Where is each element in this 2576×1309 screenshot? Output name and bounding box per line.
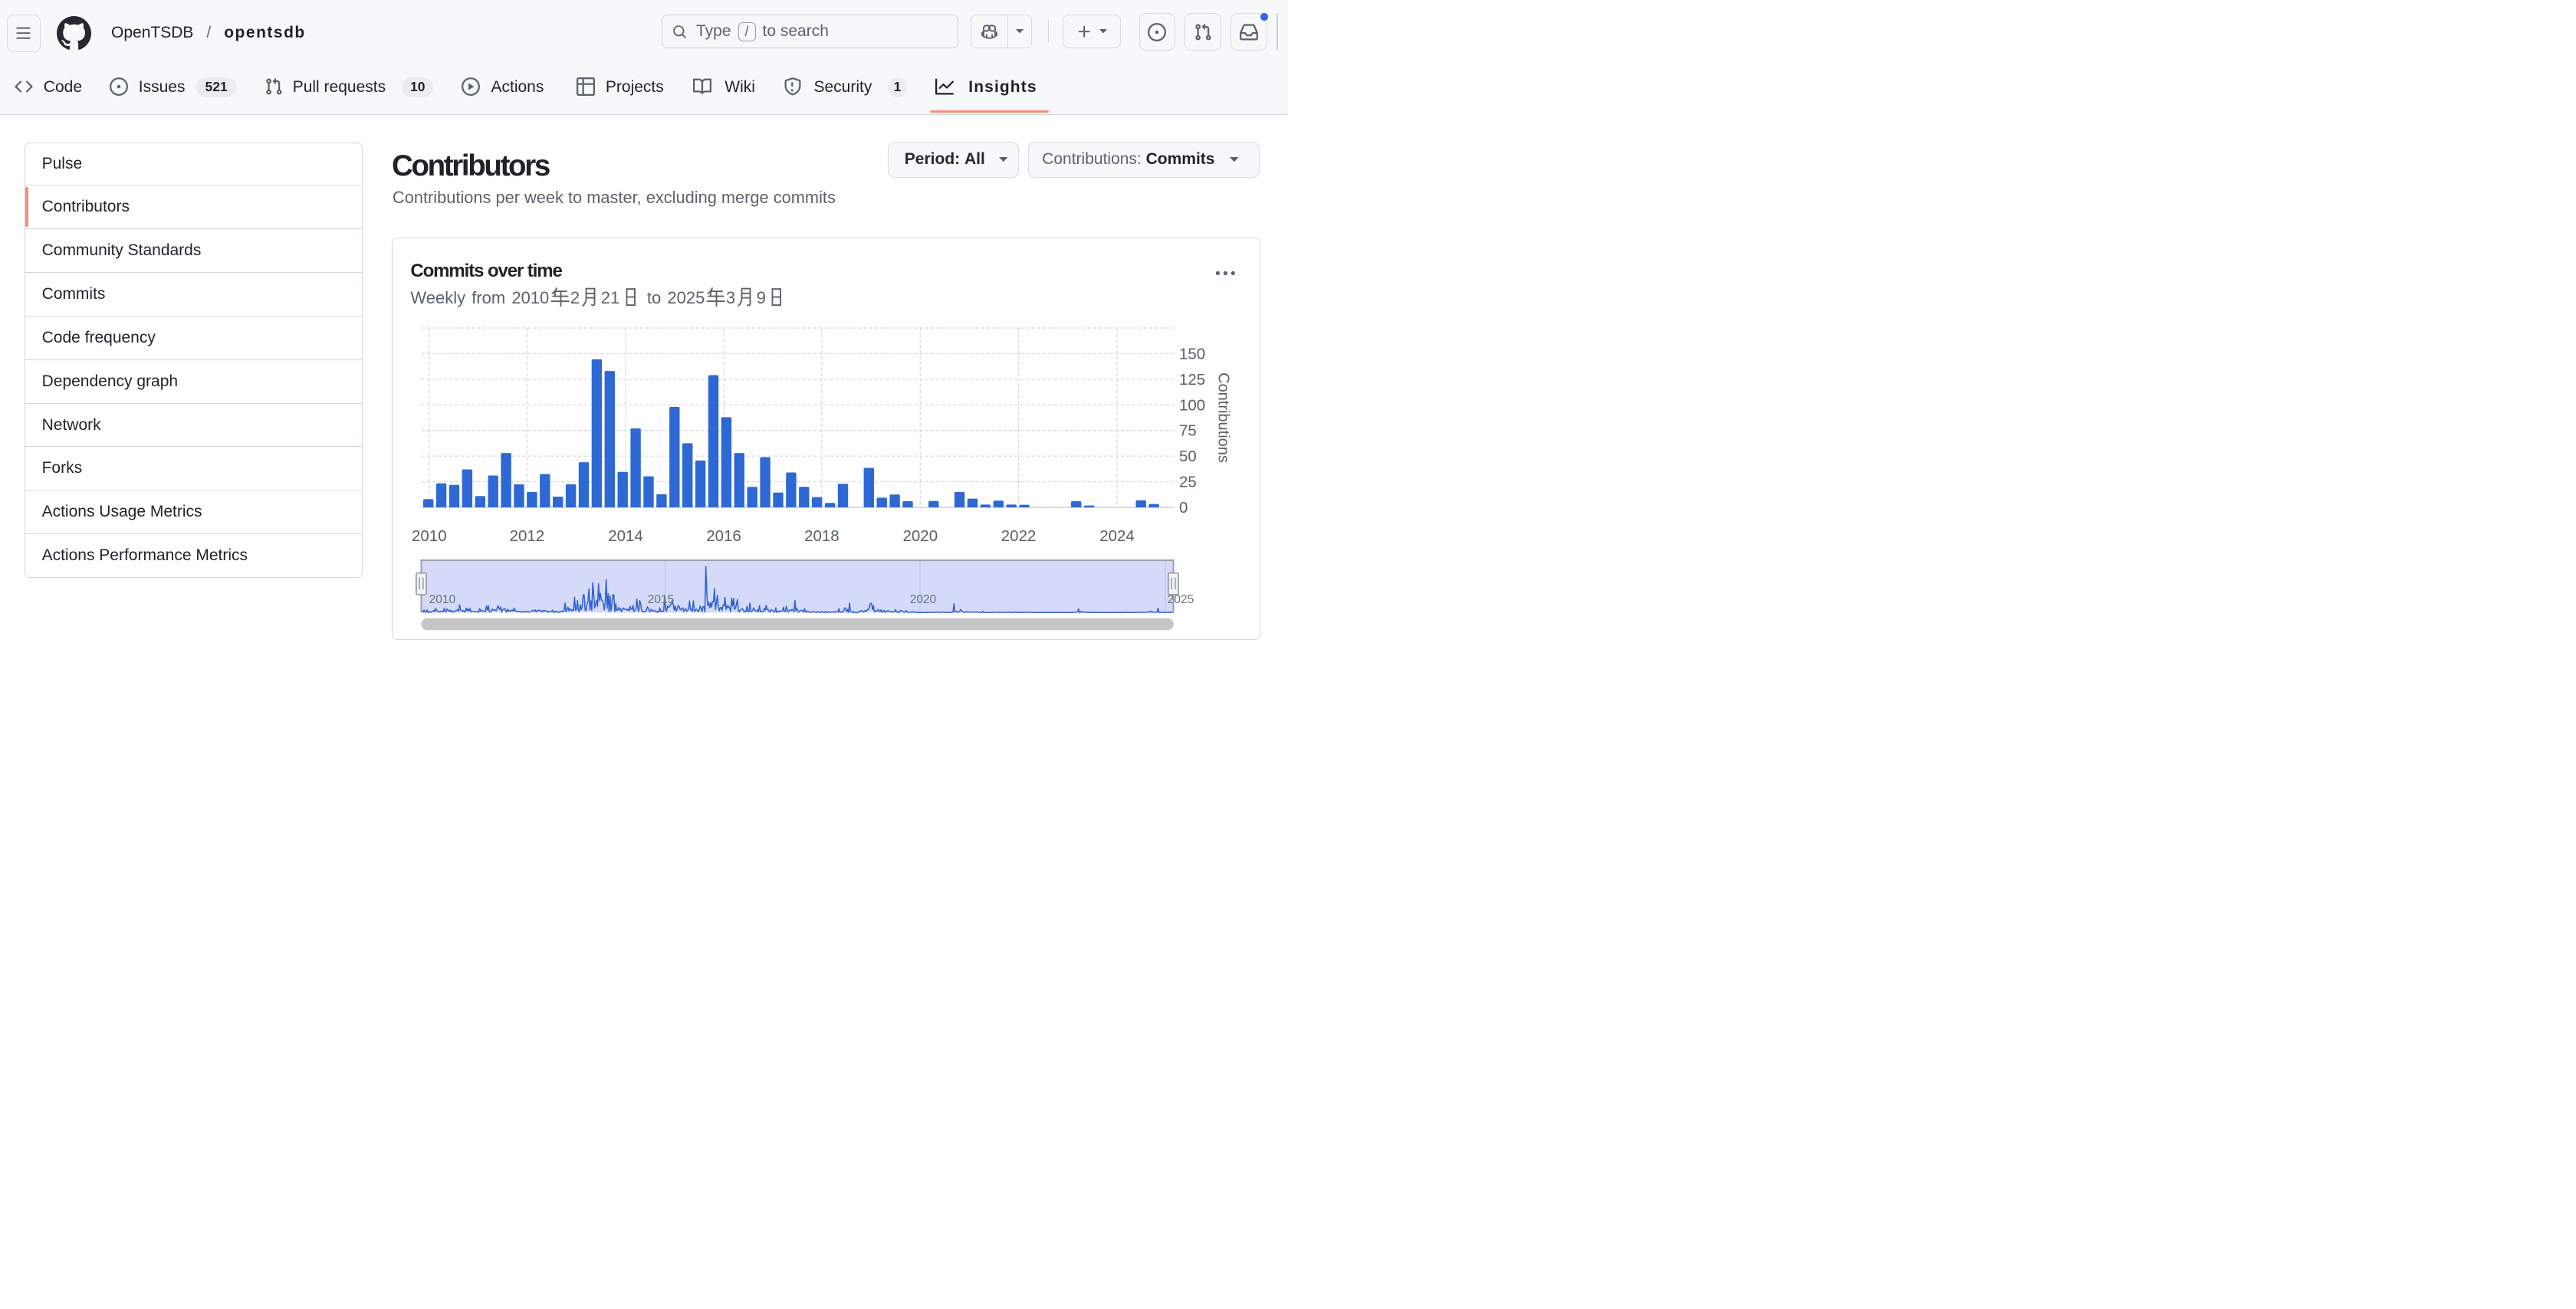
svg-text:2010: 2010 [429,593,456,606]
svg-text:2022: 2022 [1001,527,1037,545]
svg-text:25: 25 [1179,474,1197,491]
svg-text:2018: 2018 [804,527,840,545]
svg-text:2024: 2024 [1099,527,1135,545]
svg-text:2010: 2010 [412,527,447,545]
svg-text:2020: 2020 [902,527,938,545]
svg-text:100: 100 [1179,396,1205,414]
svg-text:125: 125 [1179,371,1205,389]
svg-text:2016: 2016 [706,527,741,545]
svg-text:150: 150 [1179,345,1205,363]
svg-text:2012: 2012 [510,527,545,545]
svg-text:2014: 2014 [608,527,643,545]
svg-text:2025: 2025 [1168,593,1194,606]
svg-text:2020: 2020 [910,593,937,606]
svg-text:0: 0 [1179,499,1188,517]
svg-text:2015: 2015 [648,593,674,606]
svg-text:Contributions: Contributions [1215,372,1232,463]
svg-text:50: 50 [1179,448,1197,465]
svg-text:75: 75 [1179,422,1197,440]
